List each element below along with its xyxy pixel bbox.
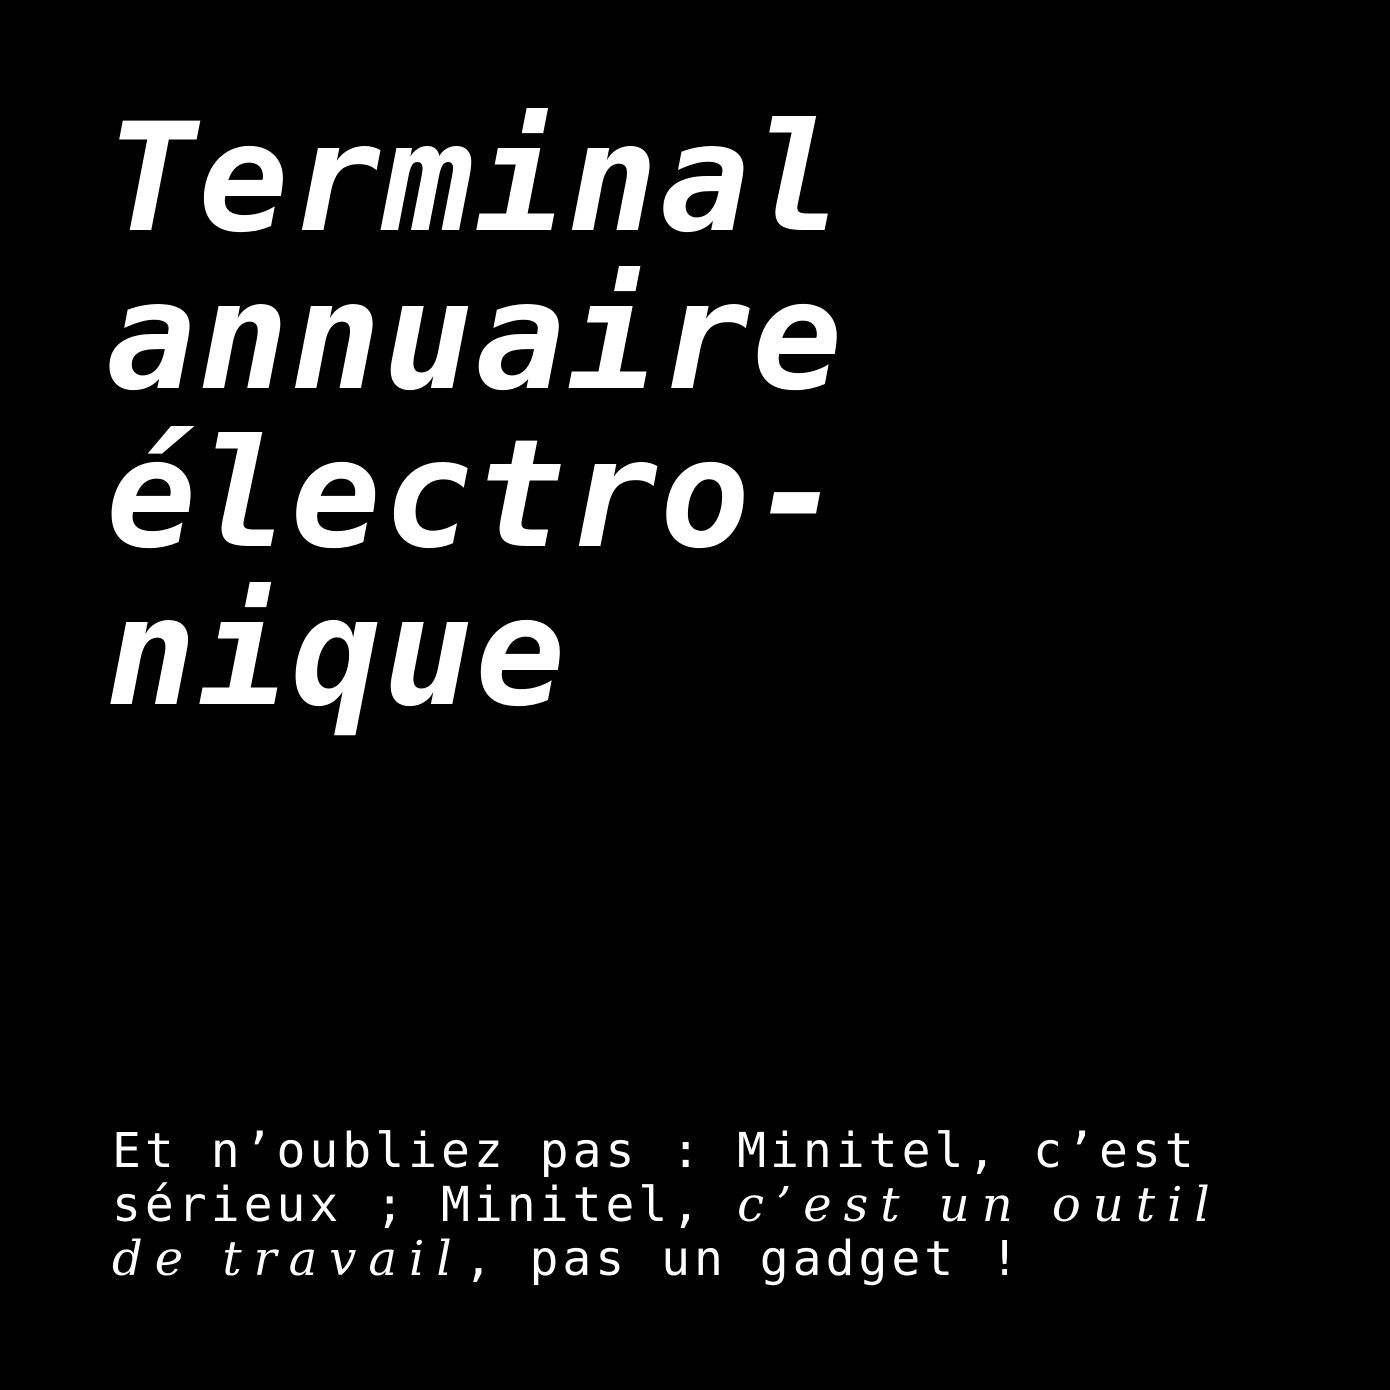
poster-body-text: Et n’oubliez pas : Minitel, c’est sérieu…: [112, 1124, 1292, 1286]
body-line-3-roman: , pas un gadget !: [463, 1231, 1023, 1287]
title-line-3: électro-: [106, 408, 845, 582]
body-line-1: Et n’oubliez pas : Minitel, c’est: [112, 1123, 1198, 1179]
poster-title: Terminal annuaire électro- nique: [106, 100, 1286, 732]
title-line-4: nique: [106, 566, 568, 740]
body-line-2-roman: sérieux ; Minitel,: [112, 1177, 738, 1233]
poster-canvas: Terminal annuaire électro- nique Et n’ou…: [0, 0, 1390, 1390]
body-line-2: sérieux ; Minitel, c’est un outil: [112, 1178, 1292, 1232]
title-line-1: Terminal: [106, 92, 845, 266]
body-line-3: de travail, pas un gadget !: [112, 1232, 1292, 1286]
title-line-2: annuaire: [106, 250, 845, 424]
body-line-3-italic: de travail: [112, 1231, 464, 1287]
body-line-2-italic: c’est un outil: [737, 1177, 1222, 1233]
